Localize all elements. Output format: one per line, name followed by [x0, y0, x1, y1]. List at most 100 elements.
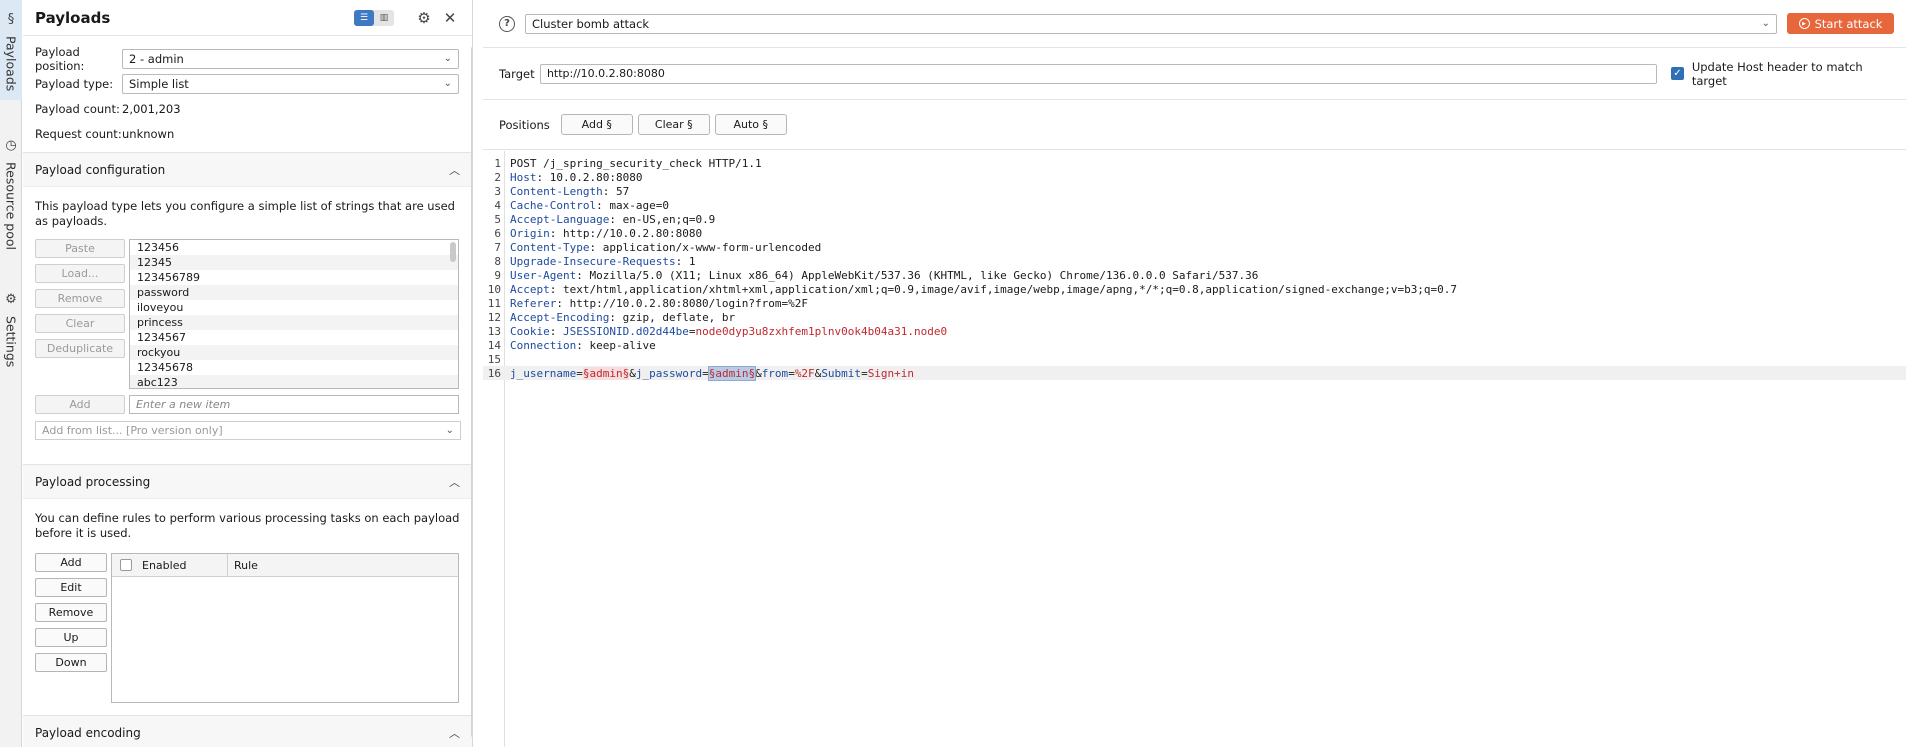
- list-item[interactable]: 1234567: [130, 330, 458, 345]
- rules-table[interactable]: Enabled Rule: [111, 553, 459, 703]
- rules-table-header: Enabled Rule: [112, 553, 458, 577]
- chevron-up-icon[interactable]: ︿: [449, 162, 460, 178]
- header-name: Content-Type: [510, 240, 590, 254]
- chevron-down-icon: ⌄: [1761, 18, 1770, 29]
- new-item-input[interactable]: Enter a new item: [129, 395, 459, 414]
- dollar-icon: §: [7, 11, 15, 27]
- close-icon[interactable]: ✕: [440, 8, 460, 28]
- update-host-checkbox[interactable]: ✓: [1671, 67, 1684, 80]
- list-item[interactable]: iloveyou: [130, 300, 458, 315]
- header-value: http://10.0.2.80:8080/login?from=%2F: [569, 296, 809, 310]
- paste-button[interactable]: Paste: [35, 239, 125, 258]
- header-name: Accept-Language: [510, 212, 610, 226]
- line-number: 5: [494, 212, 501, 226]
- rail-tab-settings[interactable]: ⚙ Settings: [0, 288, 22, 388]
- list-item[interactable]: 123456789: [130, 270, 458, 285]
- edit-rule-button[interactable]: Edit: [35, 578, 107, 597]
- auto-marker-button[interactable]: Auto §: [714, 114, 787, 135]
- payload-marker-selected[interactable]: §admin§: [707, 365, 757, 381]
- param-separator: &: [755, 366, 762, 380]
- deduplicate-button[interactable]: Deduplicate: [35, 339, 125, 358]
- request-line: POST /j_spring_security_check HTTP/1.1: [510, 156, 762, 170]
- section-title: Payload configuration: [35, 162, 166, 177]
- list-scrollbar[interactable]: [450, 242, 456, 262]
- payload-type-label: Payload type:: [35, 76, 114, 91]
- header-name: Origin: [510, 226, 550, 240]
- add-from-list-select[interactable]: Add from list... [Pro version only] ⌄: [35, 421, 461, 440]
- update-host-label[interactable]: Update Host header to match target: [1692, 60, 1896, 88]
- attack-toolbar: ? Cluster bomb attack ⌄ ▶ Start attack: [483, 0, 1906, 48]
- cookie-value: node0dyp3u8zxhfem1plnv0ok4b04a31.node0: [695, 324, 948, 338]
- start-attack-button[interactable]: ▶ Start attack: [1787, 13, 1894, 34]
- layout-split-icon[interactable]: ▥: [374, 10, 394, 26]
- rail-tab-resource-pool-label: Resource pool: [3, 162, 19, 251]
- gear-icon[interactable]: ⚙: [414, 8, 434, 28]
- rail-tab-payloads[interactable]: § Payloads: [0, 0, 22, 100]
- remove-rule-button[interactable]: Remove: [35, 603, 107, 622]
- add-marker-button[interactable]: Add §: [560, 114, 633, 135]
- payload-processing-header[interactable]: Payload processing ︿: [23, 465, 472, 499]
- header-name: Referer: [510, 296, 557, 310]
- clear-button[interactable]: Clear: [35, 314, 125, 333]
- param-equals: =: [576, 366, 583, 380]
- attack-type-select[interactable]: Cluster bomb attack ⌄: [525, 13, 1777, 34]
- chevron-down-icon: ⌄: [443, 78, 452, 89]
- layout-list-icon[interactable]: ☰: [354, 9, 374, 26]
- help-icon[interactable]: ?: [499, 15, 515, 32]
- target-bar: Target http://10.0.2.80:8080 ✓ Update Ho…: [483, 48, 1906, 100]
- param-separator: &: [629, 366, 636, 380]
- list-item[interactable]: 123456: [130, 240, 458, 255]
- line-number: 9: [494, 268, 501, 282]
- remove-button[interactable]: Remove: [35, 289, 125, 308]
- start-attack-label: Start attack: [1814, 16, 1883, 31]
- list-item[interactable]: abc123: [130, 375, 458, 388]
- line-number: 4: [494, 198, 501, 212]
- rail-tab-resource-pool[interactable]: ◷ Resource pool: [0, 134, 22, 254]
- list-item[interactable]: 12345678: [130, 360, 458, 375]
- list-item[interactable]: rockyou: [130, 345, 458, 360]
- payload-encoding-header[interactable]: Payload encoding ︿: [23, 716, 472, 747]
- add-item-button[interactable]: Add: [35, 395, 125, 414]
- chevron-up-icon[interactable]: ︿: [449, 725, 460, 741]
- target-input[interactable]: http://10.0.2.80:8080: [539, 63, 1658, 84]
- line-number: 6: [494, 226, 501, 240]
- line-number: 12: [487, 310, 501, 324]
- list-item[interactable]: password: [130, 285, 458, 300]
- list-item[interactable]: 12345: [130, 255, 458, 270]
- payload-type-value: Simple list: [129, 76, 189, 91]
- header-value: 10.0.2.80:8080: [549, 170, 643, 184]
- payload-position-select[interactable]: 2 - admin ⌄: [122, 48, 459, 69]
- header-value: 57: [615, 184, 630, 198]
- gear-icon: ⚙: [5, 291, 17, 307]
- chevron-up-icon[interactable]: ︿: [449, 474, 460, 490]
- payload-processing-section: Payload processing ︿ You can define rule…: [23, 464, 472, 715]
- payloads-panel: Payloads ☰ ▥ ⚙ ✕ Payload position: 2 - a…: [23, 0, 473, 747]
- header-value: max-age=0: [609, 198, 669, 212]
- rail-tab-settings-label: Settings: [3, 316, 19, 368]
- param-name: Submit: [821, 366, 862, 380]
- load-button[interactable]: Load...: [35, 264, 125, 283]
- column-rule[interactable]: Rule: [228, 559, 258, 572]
- payload-configuration-description: This payload type lets you configure a s…: [35, 199, 455, 228]
- list-item[interactable]: princess: [130, 315, 458, 330]
- param-equals: =: [702, 366, 709, 380]
- column-enabled[interactable]: Enabled: [132, 553, 228, 577]
- panel-scrollbar[interactable]: [471, 46, 472, 738]
- down-rule-button[interactable]: Down: [35, 653, 107, 672]
- payload-marker[interactable]: §admin§: [582, 366, 630, 380]
- select-all-checkbox[interactable]: [120, 559, 132, 571]
- payload-list[interactable]: 123456 12345 123456789 password iloveyou…: [129, 239, 459, 389]
- clear-marker-button[interactable]: Clear §: [637, 114, 710, 135]
- payload-type-select[interactable]: Simple list ⌄: [122, 73, 459, 94]
- up-rule-button[interactable]: Up: [35, 628, 107, 647]
- line-number: 2: [494, 170, 501, 184]
- request-editor[interactable]: 1 POST /j_spring_security_check HTTP/1.1 …: [483, 151, 1906, 747]
- payload-configuration-header[interactable]: Payload configuration ︿: [23, 153, 472, 187]
- layout-toggle[interactable]: ☰ ▥: [354, 9, 394, 26]
- add-rule-button[interactable]: Add: [35, 553, 107, 572]
- positions-label: Positions: [499, 117, 550, 132]
- payload-position-value: 2 - admin: [129, 51, 184, 66]
- cookie-name: JSESSIONID.d02d44be: [563, 324, 689, 338]
- line-number: 10: [487, 282, 501, 296]
- request-count-value: unknown: [122, 126, 175, 141]
